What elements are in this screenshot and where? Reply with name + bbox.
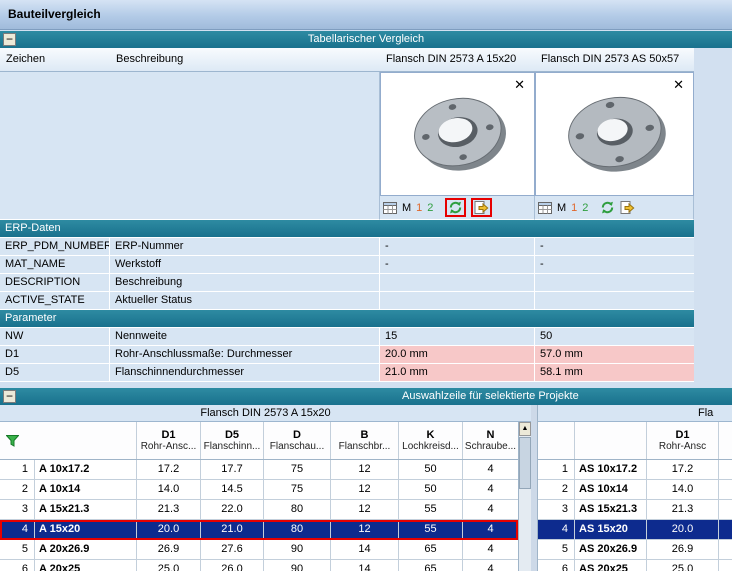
table-row[interactable]: 3 AS 15x21.3 21.3 <box>538 500 732 520</box>
part2-toolbar: M 1 2 <box>535 196 694 220</box>
part1-preview-column: ✕ M 1 2 <box>380 72 535 220</box>
table-row: ACTIVE_STATE Aktueller Status <box>0 292 694 310</box>
collapse-selection-button[interactable]: − <box>3 390 16 403</box>
mode-m-button[interactable]: M <box>557 202 566 214</box>
part2-preview-column: ✕ M 1 2 <box>535 72 694 220</box>
bauteilvergleich-window: Bauteilvergleich − Tabellarischer Vergle… <box>0 0 732 571</box>
mode-m-button[interactable]: M <box>402 202 411 214</box>
table-row[interactable]: 6 A 20x25 25.0 26.0 90 14 65 4 <box>0 560 518 571</box>
filter-header-cell[interactable] <box>0 422 137 459</box>
left-selection-table: Flansch DIN 2573 A 15x20 D1 Rohr-Ansc...… <box>0 405 531 571</box>
name-header-cell <box>575 422 647 459</box>
left-table-rows: 1 A 10x17.2 17.2 17.7 75 12 50 4 2 A 10x… <box>0 460 518 571</box>
table-row: DESCRIPTION Beschreibung <box>0 274 694 292</box>
table-row[interactable]: 2 A 10x14 14.0 14.5 75 12 50 4 <box>0 480 518 500</box>
filter-icon[interactable] <box>6 435 19 447</box>
part2-preview-image: ✕ <box>535 72 694 196</box>
comparison-table: ERP-Daten ERP_PDM_NUMBER ERP-Nummer - - … <box>0 220 694 382</box>
comparison-preview-row: ✕ M 1 2 <box>0 72 694 220</box>
section-row-erp-daten: ERP-Daten <box>0 220 694 238</box>
selection-tables-area: Flansch DIN 2573 A 15x20 D1 Rohr-Ansc...… <box>0 405 732 571</box>
column-header-b[interactable]: B Flanschbr... <box>331 422 399 459</box>
column-header-d1[interactable]: D1 Rohr-Ansc... <box>137 422 201 459</box>
table-row[interactable]: 1 AS 10x17.2 17.2 <box>538 460 732 480</box>
right-selection-table: Fla D1 Rohr-Ansc 1 AS 10x17.2 17.2 <box>537 405 732 571</box>
col-header-zeichen: Zeichen <box>0 48 110 71</box>
section-row-parameter: Parameter <box>0 310 694 328</box>
table-row-selected[interactable]: 4 AS 15x20 20.0 <box>538 520 732 540</box>
close-icon[interactable]: ✕ <box>514 78 525 91</box>
mode-1-button[interactable]: 1 <box>416 202 422 214</box>
vertical-scrollbar[interactable]: ▲ <box>518 422 531 571</box>
table-row[interactable]: 3 A 15x21.3 21.3 22.0 80 12 55 4 <box>0 500 518 520</box>
right-table-rows: 1 AS 10x17.2 17.2 2 AS 10x14 14.0 3 AS 1… <box>538 460 732 571</box>
clipped-header-cell <box>719 422 732 459</box>
table-row: NW Nennweite 15 50 <box>0 328 694 346</box>
mode-2-button[interactable]: 2 <box>427 202 433 214</box>
table-row[interactable]: 6 AS 20x25 25.0 <box>538 560 732 571</box>
column-header-d5[interactable]: D5 Flanschinn... <box>201 422 264 459</box>
highlight-refresh-annotation <box>445 198 466 217</box>
col-header-part1: Flansch DIN 2573 A 15x20 <box>380 48 535 71</box>
column-header-d[interactable]: D Flanschau... <box>264 422 331 459</box>
right-table-header: D1 Rohr-Ansc <box>538 422 732 460</box>
left-table-title: Flansch DIN 2573 A 15x20 <box>0 405 531 422</box>
flange-3d-image <box>391 77 525 189</box>
comparison-section-bar: − Tabellarischer Vergleich <box>0 31 732 48</box>
preview-empty-cell <box>0 72 380 220</box>
selection-section-title: Auswahlzeile für selektierte Projekte <box>402 388 579 405</box>
table-row-diff: D5 Flanschinnendurchmesser 21.0 mm 58.1 … <box>0 364 694 382</box>
left-table-header: D1 Rohr-Ansc... D5 Flanschinn... D Flans… <box>0 422 518 460</box>
comparison-section-title: Tabellarischer Vergleich <box>308 33 424 45</box>
mode-2-button[interactable]: 2 <box>582 202 588 214</box>
comparison-column-headers: Zeichen Beschreibung Flansch DIN 2573 A … <box>0 48 694 72</box>
column-header-n[interactable]: N Schraube... <box>463 422 518 459</box>
close-icon[interactable]: ✕ <box>673 78 684 91</box>
scrollbar-thumb[interactable] <box>519 437 531 489</box>
table-row: MAT_NAME Werkstoff - - <box>0 256 694 274</box>
part1-preview-image: ✕ <box>380 72 535 196</box>
row-number-header-cell <box>538 422 575 459</box>
col-header-beschreibung: Beschreibung <box>110 48 380 71</box>
highlight-export-annotation <box>471 198 492 217</box>
col-header-part2: Flansch DIN 2573 AS 50x57 <box>535 48 694 71</box>
window-title: Bauteilvergleich <box>8 7 101 21</box>
table-row[interactable]: 5 AS 20x26.9 26.9 <box>538 540 732 560</box>
table-row-selected[interactable]: 4 A 15x20 20.0 21.0 80 12 55 4 <box>0 520 518 540</box>
table-row: ERP_PDM_NUMBER ERP-Nummer - - <box>0 238 694 256</box>
window-titlebar[interactable]: Bauteilvergleich <box>0 0 732 30</box>
refresh-icon[interactable] <box>448 200 463 215</box>
table-row[interactable]: 2 AS 10x14 14.0 <box>538 480 732 500</box>
export-icon[interactable] <box>620 200 635 215</box>
collapse-comparison-button[interactable]: − <box>3 33 16 46</box>
part1-toolbar: M 1 2 <box>380 196 535 220</box>
right-table-title: Fla <box>538 405 732 422</box>
column-header-k[interactable]: K Lochkreisd... <box>399 422 463 459</box>
refresh-icon[interactable] <box>600 200 615 215</box>
mode-1-button[interactable]: 1 <box>571 202 577 214</box>
table-icon[interactable] <box>383 202 397 214</box>
table-row[interactable]: 1 A 10x17.2 17.2 17.7 75 12 50 4 <box>0 460 518 480</box>
scroll-up-icon[interactable]: ▲ <box>519 422 531 436</box>
table-row-diff: D1 Rohr-Anschlussmaße: Durchmesser 20.0 … <box>0 346 694 364</box>
selection-section-bar: − Auswahlzeile für selektierte Projekte <box>0 388 732 405</box>
table-row[interactable]: 5 A 20x26.9 26.9 27.6 90 14 65 4 <box>0 540 518 560</box>
column-header-d1[interactable]: D1 Rohr-Ansc <box>647 422 719 459</box>
table-icon[interactable] <box>538 202 552 214</box>
flange-3d-image <box>545 77 685 189</box>
export-icon[interactable] <box>474 200 489 215</box>
